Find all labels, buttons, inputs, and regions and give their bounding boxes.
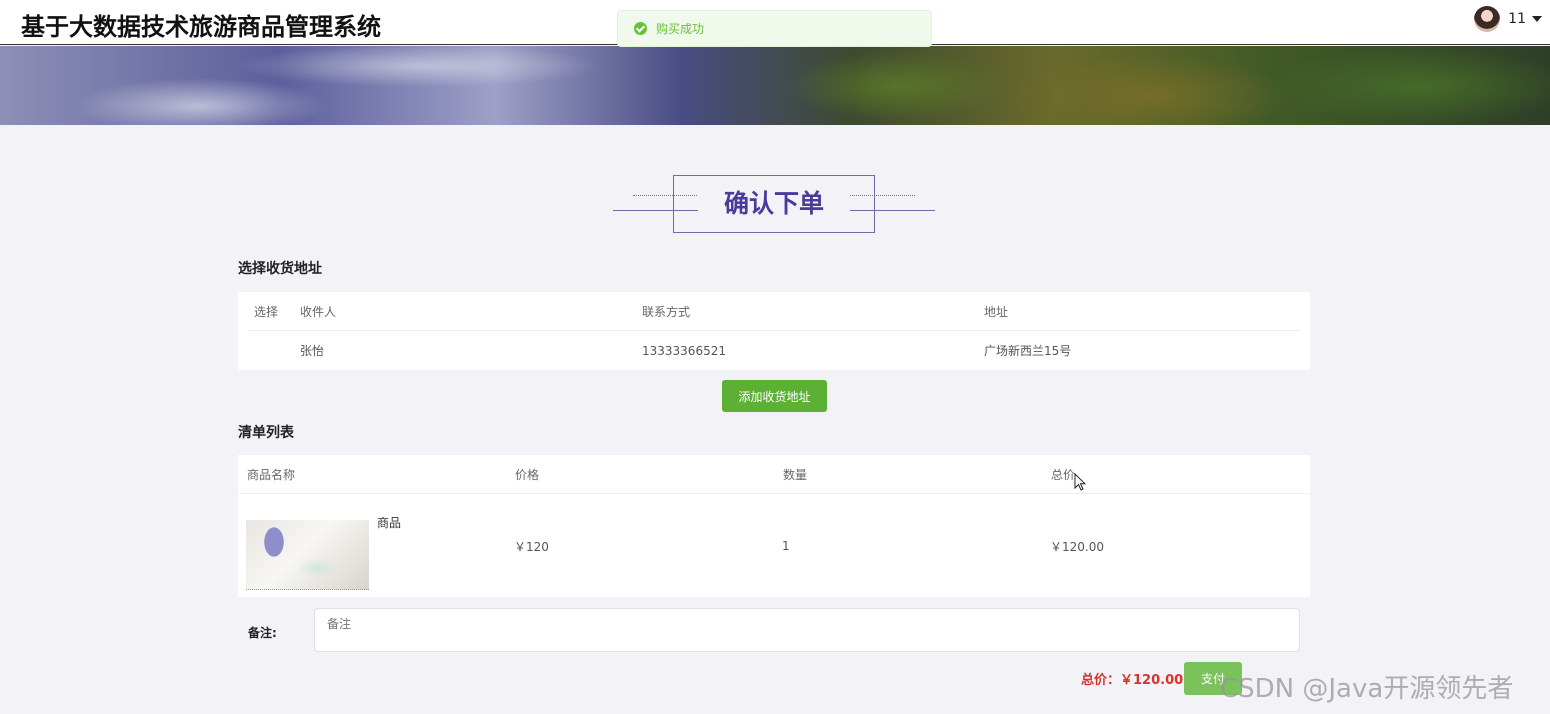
order-table: 商品名称 价格 数量 总价 商品 ￥120 1 ￥120.00 — [238, 455, 1310, 597]
title-line-right — [850, 210, 935, 211]
total-cell: ￥120.00 — [1050, 539, 1104, 554]
table-row: 商品 ￥120 1 ￥120.00 — [238, 495, 1310, 597]
pay-button[interactable]: 支付 — [1184, 662, 1242, 695]
phone-cell: 13333366521 — [642, 343, 726, 358]
watermark: CSDN @Java开源领先者 — [1220, 674, 1514, 704]
column-header-address: 地址 — [984, 304, 1009, 319]
user-menu[interactable]: 11 — [1474, 6, 1542, 32]
check-circle-icon — [634, 22, 647, 35]
toast-message: 购买成功 — [656, 22, 705, 36]
banner-image — [0, 46, 1550, 125]
page-title: 确认下单 — [698, 187, 850, 221]
column-header-recipient: 收件人 — [300, 304, 337, 319]
column-header-phone: 联系方式 — [642, 304, 691, 319]
page-title-decoration: 确认下单 — [613, 175, 935, 233]
address-cell: 广场新西兰15号 — [984, 344, 1072, 358]
address-table-header: 选择 收件人 联系方式 地址 — [248, 292, 1300, 331]
order-table-header: 商品名称 价格 数量 总价 — [238, 455, 1310, 494]
recipient-cell: 张怡 — [300, 344, 325, 358]
column-header-select: 选择 — [254, 304, 279, 319]
address-table: 选择 收件人 联系方式 地址 张怡 13333366521 广场新西兰15号 — [238, 292, 1310, 370]
address-select-cell[interactable] — [248, 344, 300, 358]
avatar[interactable] — [1474, 6, 1501, 32]
remark-input[interactable] — [314, 608, 1300, 652]
success-toast: 购买成功 — [617, 10, 932, 47]
site-title: 基于大数据技术旅游商品管理系统 — [21, 13, 381, 41]
column-header-product-name: 商品名称 — [247, 467, 296, 482]
chevron-down-icon[interactable] — [1532, 16, 1542, 22]
column-header-total: 总价 — [1051, 467, 1076, 482]
table-row[interactable]: 张怡 13333366521 广场新西兰15号 — [248, 331, 1300, 370]
product-name: 商品 — [377, 516, 402, 530]
quantity-cell: 1 — [782, 539, 790, 553]
product-cell: 商品 — [246, 506, 514, 590]
order-total: 总价：￥120.00 — [1081, 673, 1184, 688]
username[interactable]: 11 — [1508, 11, 1526, 27]
price-cell: ￥120 — [514, 539, 549, 554]
column-header-price: 价格 — [515, 467, 540, 482]
product-image — [246, 520, 369, 590]
add-address-button[interactable]: 添加收货地址 — [722, 380, 827, 412]
title-line-left — [613, 210, 698, 211]
order-section-label: 清单列表 — [238, 425, 294, 441]
address-section-label: 选择收货地址 — [238, 261, 322, 277]
column-header-quantity: 数量 — [783, 467, 808, 482]
remark-label: 备注: — [248, 626, 277, 640]
